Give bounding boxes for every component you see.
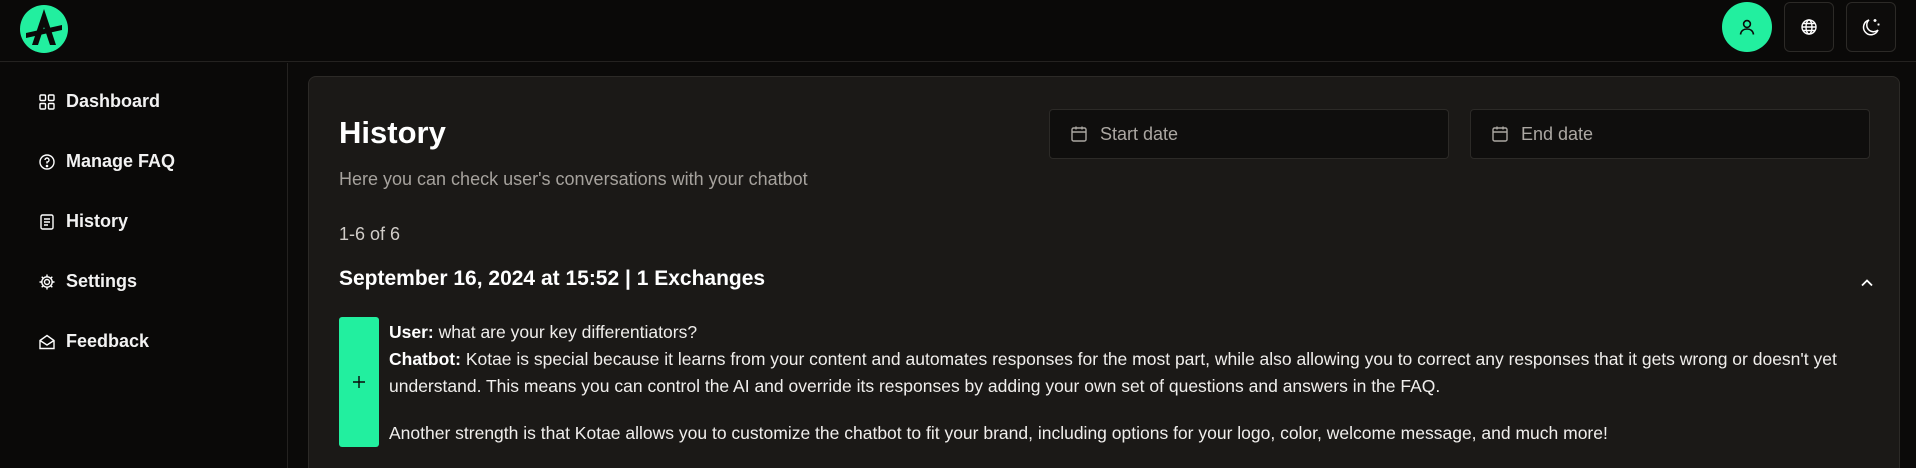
end-date-input[interactable] — [1521, 123, 1841, 145]
chatbot-message-continued: Another strength is that Kotae allows yo… — [389, 420, 1869, 447]
start-date-picker[interactable] — [1049, 109, 1449, 159]
end-date-picker[interactable] — [1470, 109, 1870, 159]
language-button[interactable] — [1784, 2, 1834, 52]
sidebar-item-label: History — [66, 211, 129, 231]
chatbot-text: Another strength is that Kotae allows yo… — [389, 423, 1608, 443]
question-circle-icon — [39, 153, 55, 170]
history-panel: History Here you can check user's conver… — [308, 76, 1900, 468]
gear-icon — [39, 274, 55, 289]
sidebar-item-manage-faq[interactable]: Manage FAQ — [38, 151, 175, 172]
sidebar-item-label: Manage FAQ — [66, 151, 176, 171]
sidebar-item-feedback[interactable]: Feedback — [38, 331, 149, 352]
calendar-icon — [1071, 126, 1087, 142]
collapse-toggle[interactable] — [1855, 271, 1879, 295]
sidebar: Dashboard Manage FAQ History Settings Fe… — [0, 63, 288, 468]
envelope-open-icon — [39, 334, 55, 349]
plus-icon — [353, 376, 365, 388]
conversation-header[interactable]: September 16, 2024 at 15:52 | 1 Exchange… — [339, 267, 765, 291]
grid-icon — [39, 93, 55, 110]
chatbot-label: Chatbot: — [389, 349, 461, 369]
sidebar-item-settings[interactable]: Settings — [38, 271, 137, 292]
chatbot-message: Chatbot: Kotae is special because it lea… — [389, 346, 1869, 400]
user-icon — [1739, 19, 1755, 35]
globe-icon — [1801, 19, 1817, 35]
user-menu-button[interactable] — [1722, 2, 1772, 52]
kotae-logo-icon[interactable] — [18, 3, 70, 55]
document-icon — [40, 213, 54, 230]
sidebar-item-label: Dashboard — [66, 91, 161, 111]
sidebar-item-label: Settings — [66, 271, 138, 291]
start-date-input[interactable] — [1100, 123, 1420, 145]
top-bar — [0, 0, 1916, 62]
sidebar-item-dashboard[interactable]: Dashboard — [38, 91, 160, 112]
theme-toggle-button[interactable] — [1846, 2, 1896, 52]
page-title: History — [339, 115, 446, 150]
calendar-icon — [1492, 126, 1508, 142]
sidebar-item-label: Feedback — [66, 331, 150, 351]
chatbot-text: Kotae is special because it learns from … — [389, 349, 1837, 396]
sidebar-item-history[interactable]: History — [38, 211, 128, 232]
user-label: User: — [389, 322, 434, 342]
top-actions — [1722, 2, 1896, 52]
page-subtitle: Here you can check user's conversations … — [339, 169, 808, 189]
user-text: what are your key differentiators? — [438, 322, 698, 342]
moon-stars-icon — [1862, 19, 1880, 36]
add-to-faq-button[interactable] — [339, 317, 379, 447]
chevron-up-icon — [1861, 279, 1873, 287]
pagination-count: 1-6 of 6 — [339, 224, 401, 244]
user-message: User: what are your key differentiators? — [389, 319, 1869, 346]
